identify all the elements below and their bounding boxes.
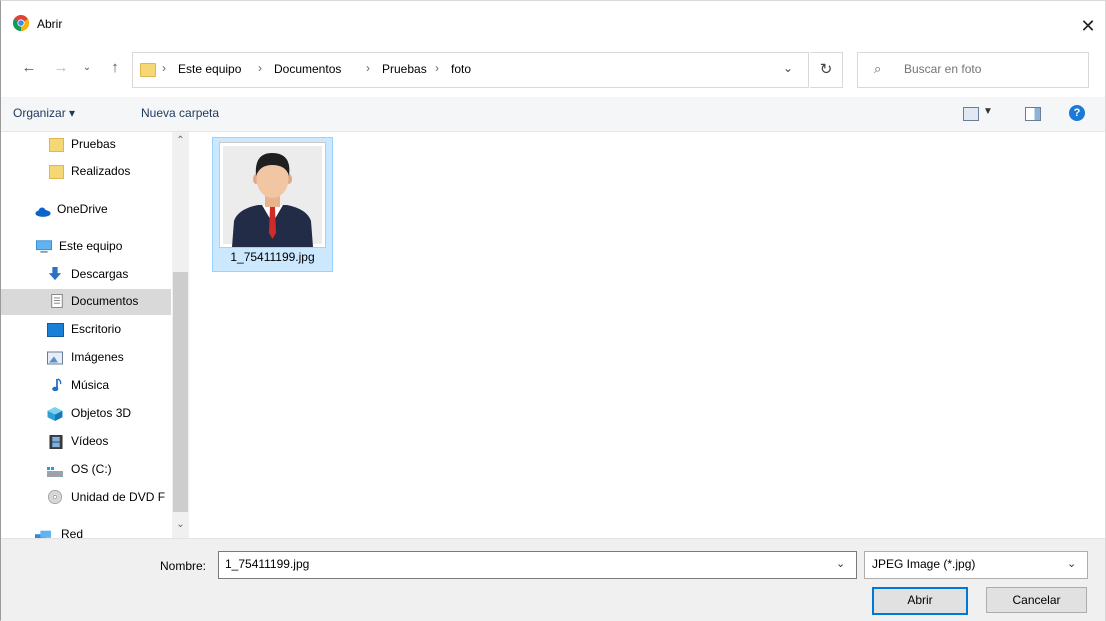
breadcrumb-separator: › xyxy=(258,61,262,75)
chevron-down-icon[interactable]: ⌄ xyxy=(783,61,793,75)
chevron-down-icon[interactable]: ⌄ xyxy=(836,557,845,570)
file-name: 1_75411199.jpg xyxy=(230,250,315,264)
sidebar-item-label: Imágenes xyxy=(71,350,124,364)
breadcrumb-foto[interactable]: foto xyxy=(451,62,471,76)
sidebar-item-videos[interactable]: Vídeos xyxy=(1,429,171,455)
filename-value: 1_75411199.jpg xyxy=(225,557,310,571)
chevron-down-icon[interactable]: ⌄ xyxy=(172,518,189,532)
chrome-app-icon xyxy=(13,15,29,31)
file-item[interactable]: 1_75411199.jpg xyxy=(212,137,333,272)
sidebar-item-label: Vídeos xyxy=(71,434,109,448)
breadcrumb-este-equipo[interactable]: Este equipo xyxy=(178,62,241,76)
sidebar-item-label: Unidad de DVD F xyxy=(71,490,166,504)
dvd-icon xyxy=(48,490,62,504)
sidebar-item-os-c[interactable]: OS (C:) xyxy=(1,457,171,483)
breadcrumb-separator: › xyxy=(162,61,166,75)
filename-input[interactable]: 1_75411199.jpg ⌄ xyxy=(218,551,857,579)
back-arrow-icon[interactable]: ← xyxy=(19,57,39,79)
cloud-icon xyxy=(35,207,51,217)
chevron-up-icon[interactable]: ⌃ xyxy=(172,134,189,148)
address-bar[interactable]: › Este equipo › Documentos › Pruebas › f… xyxy=(132,52,809,88)
title-bar: Abrir ✕ xyxy=(1,1,1105,45)
pictures-icon xyxy=(47,351,63,365)
sidebar-item-label: Documentos xyxy=(71,294,139,308)
view-options-icon[interactable] xyxy=(963,107,979,121)
sidebar-item-label: Realizados xyxy=(71,164,131,178)
sidebar-item-label: Descargas xyxy=(71,267,129,281)
up-arrow-icon[interactable]: ↑ xyxy=(105,57,125,79)
sidebar-item-escritorio[interactable]: Escritorio xyxy=(1,317,171,343)
chevron-down-icon[interactable]: ⌄ xyxy=(77,57,97,79)
drive-icon xyxy=(47,467,63,477)
music-icon xyxy=(52,378,62,392)
sidebar-item-pruebas[interactable]: Pruebas xyxy=(1,132,171,158)
open-file-dialog: Abrir ✕ ← → ⌄ ↑ › Este equipo › Document… xyxy=(0,0,1106,621)
sidebar-item-red[interactable]: Red xyxy=(1,522,171,538)
breadcrumb-documentos[interactable]: Documentos xyxy=(274,62,341,76)
search-icon: ⌕ xyxy=(874,61,882,76)
sidebar-item-realizados[interactable]: Realizados xyxy=(1,159,171,185)
organize-button[interactable]: Organizar ▾ xyxy=(13,106,75,120)
sidebar-item-label: Este equipo xyxy=(59,239,123,253)
refresh-icon[interactable]: ↻ xyxy=(810,52,843,88)
chevron-down-icon[interactable]: ▼ xyxy=(983,106,993,117)
sidebar-item-onedrive[interactable]: OneDrive xyxy=(1,197,171,223)
folder-icon xyxy=(49,138,64,152)
breadcrumb-separator: › xyxy=(366,61,370,75)
sidebar-item-documentos[interactable]: Documentos xyxy=(1,289,171,315)
sidebar-item-label: OneDrive xyxy=(57,202,108,216)
search-box[interactable]: ⌕ xyxy=(857,52,1089,88)
sidebar-scrollbar[interactable]: ⌃ ⌄ xyxy=(172,132,189,538)
window-title: Abrir xyxy=(37,17,63,31)
desktop-icon xyxy=(47,323,64,337)
sidebar-item-musica[interactable]: Música xyxy=(1,373,171,399)
sidebar-item-label: OS (C:) xyxy=(71,462,112,476)
video-icon xyxy=(49,435,63,449)
dialog-footer: Nombre: 1_75411199.jpg ⌄ JPEG Image (*.j… xyxy=(1,538,1105,621)
search-input[interactable] xyxy=(904,53,1084,85)
sidebar-item-este-equipo[interactable]: Este equipo xyxy=(1,234,171,260)
forward-arrow-icon[interactable]: → xyxy=(51,57,71,79)
sidebar-item-label: Música xyxy=(71,378,110,392)
cube-icon xyxy=(47,407,63,421)
breadcrumb-pruebas[interactable]: Pruebas xyxy=(382,62,427,76)
computer-icon xyxy=(36,240,52,253)
sidebar-item-imagenes[interactable]: Imágenes xyxy=(1,345,171,371)
sidebar-item-descargas[interactable]: Descargas xyxy=(1,262,171,288)
document-icon xyxy=(51,294,63,308)
sidebar-item-dvd[interactable]: Unidad de DVD F xyxy=(1,485,171,511)
file-type-value: JPEG Image (*.jpg) xyxy=(872,557,976,571)
image-thumbnail xyxy=(219,142,326,248)
sidebar-item-objetos-3d[interactable]: Objetos 3D xyxy=(1,401,171,427)
navigation-pane: Pruebas Realizados OneDrive Este equipo xyxy=(1,132,189,538)
file-type-select[interactable]: JPEG Image (*.jpg) ⌄ xyxy=(864,551,1088,579)
preview-pane-icon[interactable] xyxy=(1025,107,1041,121)
help-icon[interactable]: ? xyxy=(1069,105,1085,121)
person-avatar-icon xyxy=(232,153,313,247)
folder-icon xyxy=(49,165,64,179)
download-icon xyxy=(48,267,62,281)
new-folder-button[interactable]: Nueva carpeta xyxy=(141,106,219,120)
network-icon xyxy=(35,530,51,538)
chevron-down-icon[interactable]: ⌄ xyxy=(1067,557,1076,570)
sidebar-item-label: Escritorio xyxy=(71,322,122,336)
breadcrumb-separator: › xyxy=(435,61,439,75)
command-bar: Organizar ▾ Nueva carpeta ▼ ? xyxy=(1,97,1105,132)
sidebar-item-label: Red xyxy=(61,527,84,538)
close-icon[interactable]: ✕ xyxy=(1073,11,1103,41)
filename-label: Nombre: xyxy=(160,559,207,573)
cancel-button[interactable]: Cancelar xyxy=(986,587,1087,613)
sidebar-item-label: Objetos 3D xyxy=(71,406,132,420)
scrollbar-thumb[interactable] xyxy=(173,272,188,512)
sidebar-item-label: Pruebas xyxy=(71,137,116,151)
folder-icon xyxy=(140,63,156,77)
open-button[interactable]: Abrir xyxy=(872,587,968,615)
